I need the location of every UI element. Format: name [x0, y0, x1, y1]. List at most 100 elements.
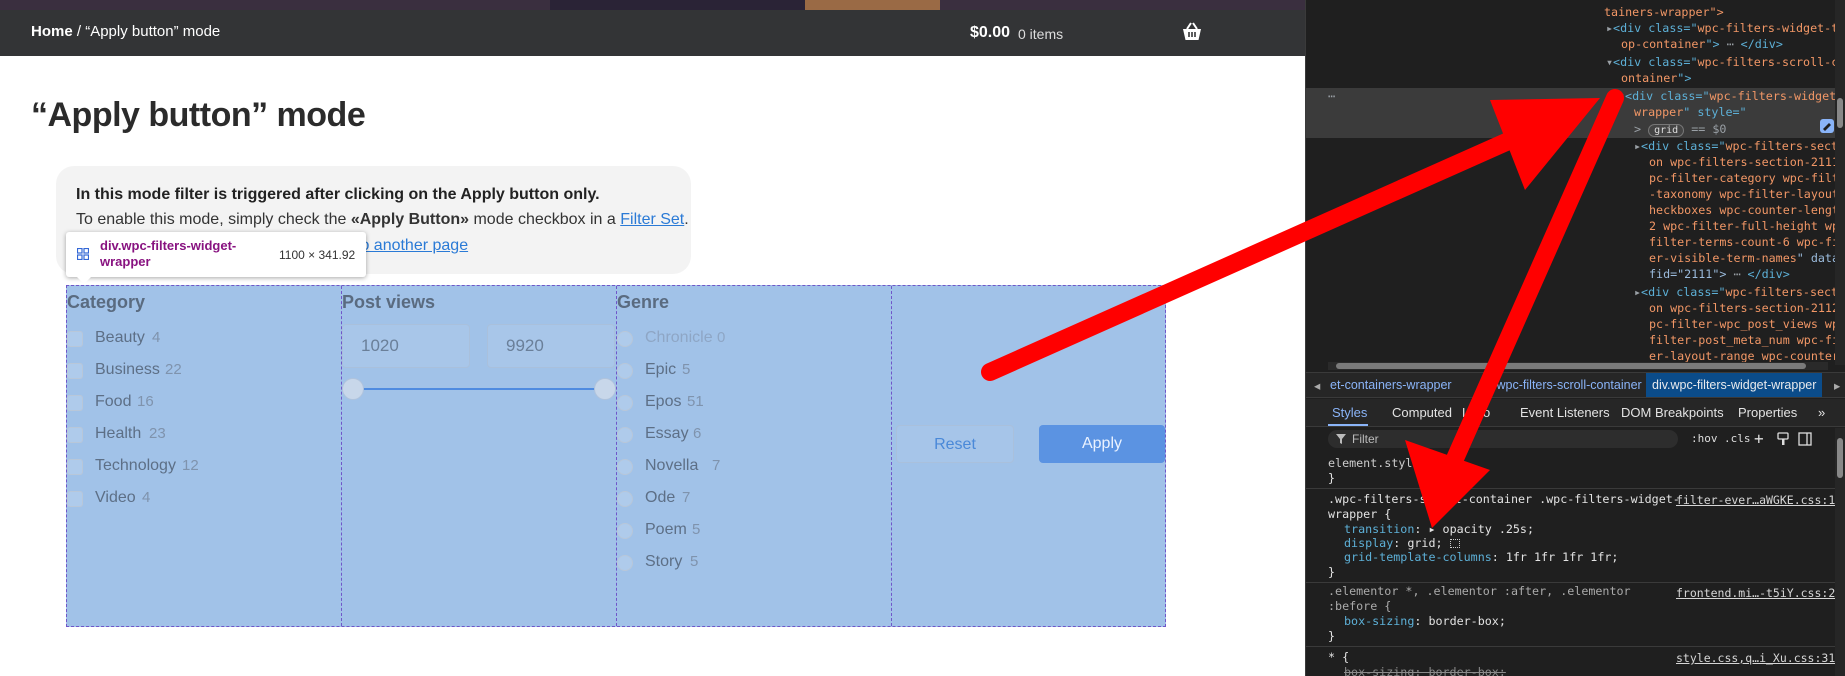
breadcrumb-scroll-left-icon[interactable]: ◂	[1314, 378, 1320, 393]
element-style-rule[interactable]: element.style {	[1328, 456, 1434, 471]
tab-dom-breakpoints[interactable]: DOM Breakpoints	[1621, 405, 1724, 420]
breadcrumb-item[interactable]: et-containers-wrapper	[1330, 378, 1452, 392]
checkbox[interactable]	[67, 395, 83, 411]
dom-line[interactable]: -taxonomy wpc-filter-layout-c	[1649, 186, 1845, 202]
radio-button[interactable]	[617, 331, 633, 347]
radio-button[interactable]	[617, 395, 633, 411]
rule-source-link[interactable]: frontend.mi…-t5iY.css:2	[1676, 586, 1835, 600]
radio-button[interactable]	[617, 491, 633, 507]
scrollbar-thumb[interactable]	[1837, 438, 1843, 478]
dom-line[interactable]: pc-filter-wpc_post_views wpc-	[1649, 316, 1845, 332]
another-page-link[interactable]: to another page	[356, 237, 468, 254]
radio-button[interactable]	[617, 363, 633, 379]
radio-button[interactable]	[617, 555, 633, 571]
breadcrumb-scroll-right-icon[interactable]: ▸	[1834, 378, 1840, 393]
breadcrumb-separator: /	[72, 23, 86, 40]
range-slider-min-handle[interactable]	[342, 378, 364, 400]
checkbox[interactable]	[67, 427, 83, 443]
scrollbar-thumb[interactable]	[1336, 363, 1806, 369]
tab-event-listeners[interactable]: Event Listeners	[1520, 405, 1610, 420]
checkbox[interactable]	[67, 491, 83, 507]
grid-badge[interactable]: grid	[1648, 124, 1685, 137]
dom-text: heckboxes wpc-counter-length-	[1649, 203, 1845, 217]
styles-filter-input[interactable]: Filter	[1328, 430, 1678, 448]
cart-items-count[interactable]: 0 items	[1018, 26, 1063, 42]
more-tabs-icon[interactable]: »	[1818, 405, 1825, 420]
dom-ellipsis[interactable]: ⋯	[1328, 88, 1335, 104]
dom-line[interactable]: ontainer">	[1621, 70, 1691, 86]
banner-stripe	[550, 0, 810, 10]
radio-button[interactable]	[617, 523, 633, 539]
rule-selector[interactable]: * {	[1328, 650, 1349, 665]
dom-line-selected[interactable]: ▾<div class="wpc-filters-widget-	[1618, 88, 1843, 104]
tab-properties[interactable]: Properties	[1738, 405, 1797, 420]
new-rule-plus-icon[interactable]: +	[1754, 429, 1764, 448]
checkbox[interactable]	[67, 363, 83, 379]
range-min-input[interactable]: 1020	[342, 324, 470, 368]
dom-line[interactable]: er-visible-term-names" data-	[1649, 250, 1845, 266]
rule-selector[interactable]: .elementor *, .elementor :after, .elemen…	[1328, 584, 1631, 599]
filter-title-post-views: Post views	[342, 292, 436, 312]
hover-state-toggle[interactable]: :hov	[1691, 432, 1718, 445]
range-slider-track[interactable]	[352, 388, 606, 390]
dom-line[interactable]: filter-terms-count-6 wpc-filt	[1649, 234, 1845, 250]
tab-layout[interactable]: Layout	[1462, 405, 1490, 420]
style-declaration[interactable]: box-sizing: border-box;	[1344, 614, 1506, 629]
toggle-sidebar-icon[interactable]	[1798, 432, 1812, 446]
style-declaration[interactable]: display: grid;	[1344, 536, 1460, 551]
paint-brush-icon[interactable]	[1776, 432, 1790, 446]
breadcrumb-home-link[interactable]: Home	[31, 23, 73, 40]
dom-line-selected[interactable]: wrapper" style="	[1634, 104, 1747, 120]
styles-scrollbar[interactable]	[1835, 428, 1845, 676]
term-name: Story	[645, 553, 683, 570]
scrollbar-thumb[interactable]	[1837, 98, 1843, 128]
cart-total[interactable]: $0.00	[970, 24, 1010, 42]
term-count: 22	[165, 361, 182, 378]
tab-styles[interactable]: Styles	[1332, 405, 1367, 420]
dom-text: </div>	[1747, 267, 1790, 281]
class-toggle[interactable]: .cls	[1724, 432, 1751, 445]
breadcrumb-item-active[interactable]: div.wpc-filters-widget-wrapper	[1646, 373, 1823, 397]
dom-line[interactable]: 2 wpc-filter-full-height wpc-	[1649, 218, 1845, 234]
dom-text: ">	[1705, 37, 1720, 51]
radio-button[interactable]	[617, 459, 633, 475]
dom-line[interactable]: filter-post_meta_num wpc-filt	[1649, 332, 1845, 348]
dom-line[interactable]: ▸<div class="wpc-filters-secti	[1634, 138, 1845, 154]
range-slider-max-handle[interactable]	[594, 378, 616, 400]
apply-button[interactable]: Apply	[1039, 425, 1165, 463]
dom-line[interactable]: op-container"> ⋯ </div>	[1621, 36, 1783, 52]
rule-source-link[interactable]: style.css,q…i_Xu.css:31	[1676, 651, 1835, 665]
basket-icon[interactable]	[1181, 22, 1203, 42]
dom-line[interactable]: on wpc-filters-section-2112 w	[1649, 300, 1845, 316]
dom-line[interactable]: tainers-wrapper">	[1604, 4, 1724, 20]
radio-button[interactable]	[617, 427, 633, 443]
edit-style-icon[interactable]	[1819, 118, 1835, 134]
grid-editor-icon[interactable]	[1449, 539, 1460, 548]
overridden-declaration[interactable]: box-sizing: border-box;	[1344, 665, 1506, 676]
tab-computed[interactable]: Computed	[1392, 405, 1452, 420]
dom-line[interactable]: pc-filter-category wpc-filter	[1649, 170, 1845, 186]
dom-line-selected[interactable]: > grid == $0	[1634, 121, 1726, 139]
style-declaration[interactable]: grid-template-columns: 1fr 1fr 1fr 1fr;	[1344, 550, 1618, 565]
dom-line[interactable]: fid="2111"> ⋯ </div>	[1649, 266, 1790, 282]
dom-line[interactable]: ▸<div class="wpc-filters-secti	[1634, 284, 1845, 300]
rule-selector[interactable]: .wpc-filters-scroll-container .wpc-filte…	[1328, 492, 1680, 507]
checkbox[interactable]	[67, 331, 83, 347]
dom-line[interactable]: heckboxes wpc-counter-length-	[1649, 202, 1845, 218]
term-name: Health	[95, 425, 142, 442]
rule-source-link[interactable]: filter-ever…aWGKE.css:1	[1676, 493, 1835, 507]
range-max-input[interactable]: 9920	[487, 324, 615, 368]
checkbox[interactable]	[67, 459, 83, 475]
breadcrumb-item[interactable]: div.wpc-filters-scroll-container	[1478, 378, 1642, 392]
dom-line[interactable]: ▾<div class="wpc-filters-scroll-c	[1606, 54, 1838, 70]
reset-button[interactable]: Reset	[896, 425, 1014, 463]
rule-selector[interactable]: :before {	[1328, 599, 1391, 614]
filter-set-link[interactable]: Filter Set	[620, 211, 684, 228]
style-declaration[interactable]: transition: ▸ opacity .25s;	[1344, 522, 1534, 537]
dom-line[interactable]: ▸<div class="wpc-filters-widget-t	[1606, 20, 1838, 36]
dom-line[interactable]: on wpc-filters-section-2111 w	[1649, 154, 1845, 170]
rule-separator	[1306, 646, 1838, 647]
dom-vertical-scrollbar[interactable]	[1835, 0, 1845, 365]
dom-horizontal-scrollbar[interactable]	[1328, 362, 1828, 370]
rule-selector[interactable]: wrapper {	[1328, 507, 1391, 522]
